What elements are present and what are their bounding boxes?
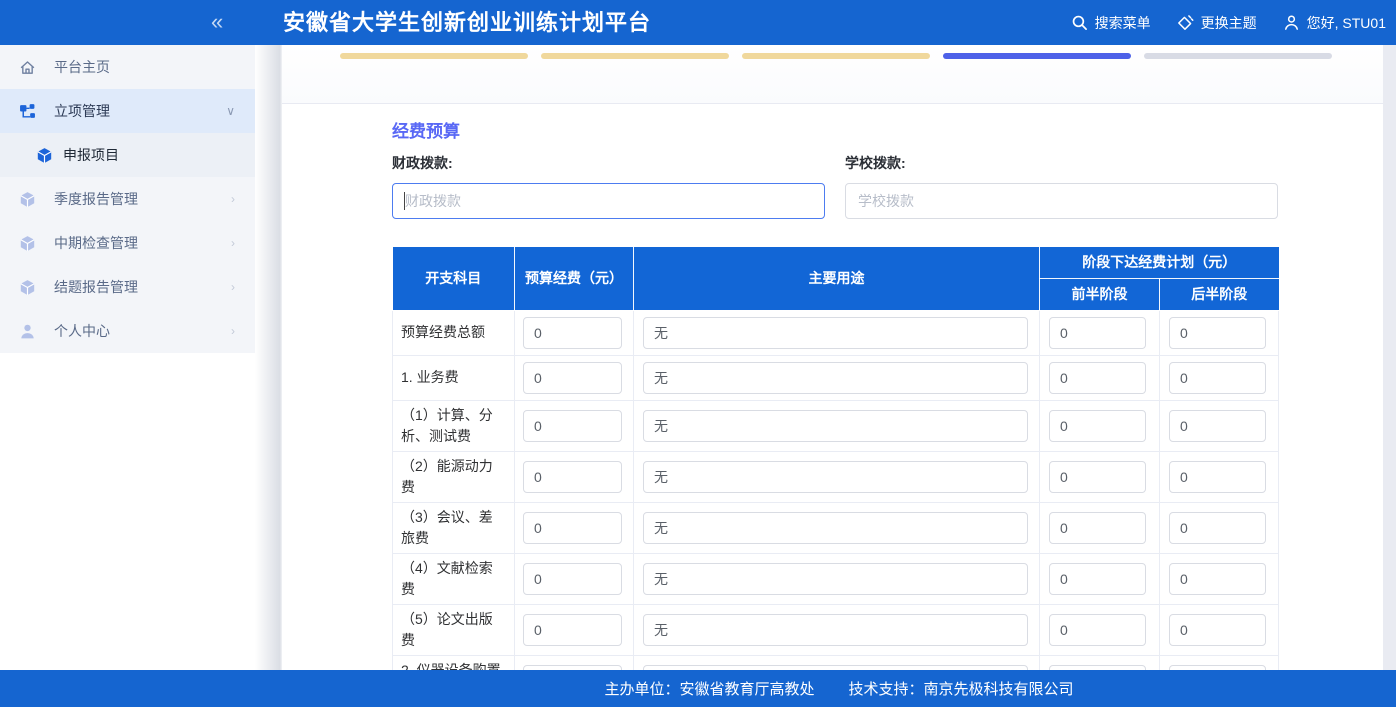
- expense-subject-label: （2）能源动力费: [393, 451, 515, 502]
- search-icon: [1071, 14, 1089, 32]
- first-stage-input[interactable]: [1049, 410, 1146, 442]
- search-menu-label: 搜索菜单: [1095, 13, 1151, 33]
- sidebar-item-personal-center[interactable]: 个人中心 ›: [0, 309, 255, 353]
- field-label-finance: 财政拨款:: [392, 153, 825, 172]
- expense-subject-label: 预算经费总额: [393, 310, 515, 355]
- expense-subject-label: （3）会议、差旅费: [393, 502, 515, 553]
- main-purpose-input[interactable]: [643, 614, 1028, 646]
- expense-subject-label: （4）文献检索费: [393, 553, 515, 604]
- app-title: 安徽省大学生创新创业训练计划平台: [283, 0, 651, 45]
- table-row: 预算经费总额: [393, 310, 1279, 355]
- budget-amount-input[interactable]: [523, 317, 622, 349]
- finance-allocation-input[interactable]: [392, 183, 825, 219]
- step-bar-active: [943, 53, 1131, 59]
- chevron-right-icon: ›: [231, 236, 235, 250]
- user-greeting: 您好, STU01: [1307, 13, 1386, 33]
- budget-amount-input[interactable]: [523, 512, 622, 544]
- section-title: 经费预算: [392, 117, 1383, 141]
- table-row: 1. 业务费: [393, 355, 1279, 400]
- budget-amount-input[interactable]: [523, 362, 622, 394]
- theme-icon: [1177, 14, 1195, 32]
- change-theme-label: 更换主题: [1201, 13, 1257, 33]
- chevron-down-icon: ∨: [226, 104, 235, 118]
- sidebar-item-midterm-check[interactable]: 中期检查管理 ›: [0, 221, 255, 265]
- main-purpose-input[interactable]: [643, 410, 1028, 442]
- change-theme-button[interactable]: 更换主题: [1177, 13, 1257, 33]
- school-allocation-input[interactable]: [845, 183, 1278, 219]
- chevron-right-icon: ›: [231, 324, 235, 338]
- expense-subject-label: （5）论文出版费: [393, 604, 515, 655]
- second-stage-input[interactable]: [1169, 317, 1266, 349]
- second-stage-input[interactable]: [1169, 614, 1266, 646]
- home-icon: [18, 58, 36, 76]
- main-content: 经费预算 财政拨款: 学校拨款:: [282, 45, 1383, 707]
- cube-icon: [18, 278, 36, 296]
- sidebar-item-quarterly-report[interactable]: 季度报告管理 ›: [0, 177, 255, 221]
- main-purpose-input[interactable]: [643, 461, 1028, 493]
- footer: 主办单位：安徽省教育厅高教处 技术支持：南京先极科技有限公司: [0, 670, 1396, 707]
- second-stage-input[interactable]: [1169, 512, 1266, 544]
- budget-amount-input[interactable]: [523, 614, 622, 646]
- chevron-right-icon: ›: [231, 280, 235, 294]
- second-stage-input[interactable]: [1169, 410, 1266, 442]
- table-row: （1）计算、分析、测试费: [393, 400, 1279, 451]
- sidebar-item-final-report[interactable]: 结题报告管理 ›: [0, 265, 255, 309]
- main-purpose-input[interactable]: [643, 563, 1028, 595]
- budget-table: 开支科目 预算经费（元） 主要用途 阶段下达经费计划（元） 前半阶段 后半阶段 …: [392, 247, 1279, 707]
- main-purpose-input[interactable]: [643, 362, 1028, 394]
- col-header-budget: 预算经费（元）: [515, 247, 634, 310]
- main-purpose-input[interactable]: [643, 317, 1028, 349]
- app-header: « 安徽省大学生创新创业训练计划平台 搜索菜单 更换主题: [0, 0, 1396, 45]
- step-bar-done: [541, 53, 729, 59]
- table-row: （4）文献检索费: [393, 553, 1279, 604]
- chevron-right-icon: ›: [231, 192, 235, 206]
- budget-amount-input[interactable]: [523, 563, 622, 595]
- second-stage-input[interactable]: [1169, 362, 1266, 394]
- table-row: （2）能源动力费: [393, 451, 1279, 502]
- expense-subject-label: 1. 业务费: [393, 355, 515, 400]
- cube-icon: [35, 146, 53, 164]
- field-label-school: 学校拨款:: [845, 153, 1278, 172]
- user-menu[interactable]: 您好, STU01: [1283, 13, 1386, 33]
- first-stage-input[interactable]: [1049, 362, 1146, 394]
- main-purpose-input[interactable]: [643, 512, 1028, 544]
- table-row: （5）论文出版费: [393, 604, 1279, 655]
- sidebar-item-home[interactable]: 平台主页: [0, 45, 255, 89]
- col-header-stage-first: 前半阶段: [1040, 278, 1160, 310]
- cube-icon: [18, 190, 36, 208]
- col-header-stage-second: 后半阶段: [1160, 278, 1279, 310]
- col-header-subject: 开支科目: [393, 247, 515, 310]
- first-stage-input[interactable]: [1049, 512, 1146, 544]
- budget-amount-input[interactable]: [523, 461, 622, 493]
- sidebar: 平台主页 立项管理 ∨ 申报项目: [0, 45, 255, 670]
- sidebar-item-apply-project[interactable]: 申报项目: [0, 133, 255, 177]
- first-stage-input[interactable]: [1049, 563, 1146, 595]
- step-progress: [282, 45, 1383, 104]
- user-icon: [1283, 14, 1301, 32]
- col-header-purpose: 主要用途: [634, 247, 1040, 310]
- sidebar-item-project-management[interactable]: 立项管理 ∨: [0, 89, 255, 133]
- table-row: （3）会议、差旅费: [393, 502, 1279, 553]
- sitemap-icon: [18, 102, 36, 120]
- first-stage-input[interactable]: [1049, 317, 1146, 349]
- scrollbar[interactable]: [1383, 45, 1396, 670]
- sidebar-shadow: [255, 45, 282, 670]
- search-menu-button[interactable]: 搜索菜单: [1071, 13, 1151, 33]
- person-icon: [18, 322, 36, 340]
- expense-subject-label: （1）计算、分析、测试费: [393, 400, 515, 451]
- first-stage-input[interactable]: [1049, 614, 1146, 646]
- second-stage-input[interactable]: [1169, 461, 1266, 493]
- col-header-stage-plan: 阶段下达经费计划（元）: [1040, 247, 1279, 278]
- step-bar-pending: [1144, 53, 1332, 59]
- cube-icon: [18, 234, 36, 252]
- step-bar-done: [742, 53, 930, 59]
- second-stage-input[interactable]: [1169, 563, 1266, 595]
- footer-host: 主办单位：安徽省教育厅高教处: [604, 678, 814, 699]
- sidebar-collapse-icon[interactable]: «: [211, 0, 223, 45]
- footer-support: 技术支持：南京先极科技有限公司: [849, 678, 1074, 699]
- text-cursor: [404, 192, 405, 210]
- step-bar-done: [340, 53, 528, 59]
- first-stage-input[interactable]: [1049, 461, 1146, 493]
- budget-amount-input[interactable]: [523, 410, 622, 442]
